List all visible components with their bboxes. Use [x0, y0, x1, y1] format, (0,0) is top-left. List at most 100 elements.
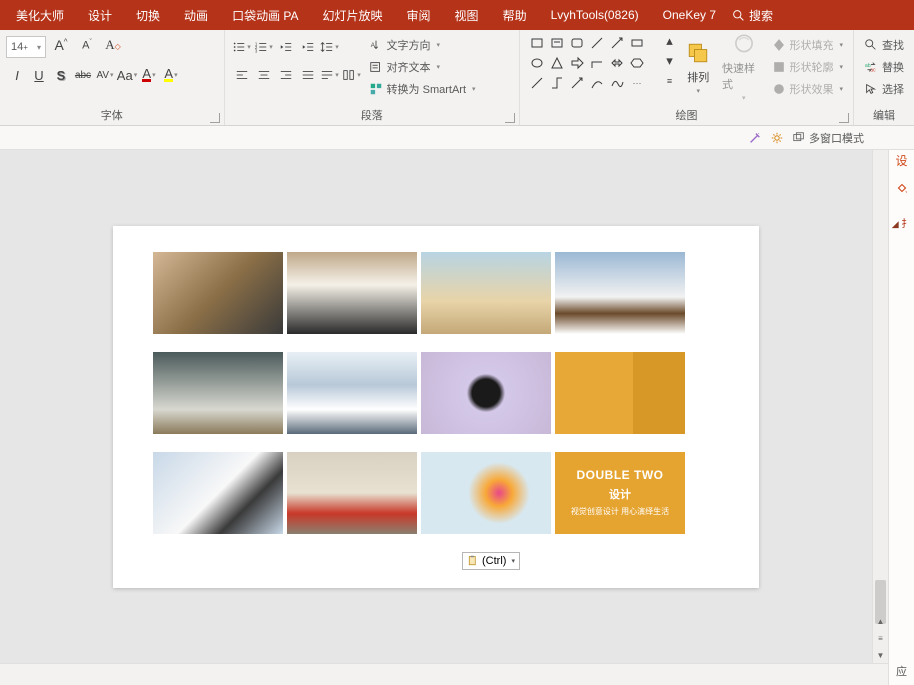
image-tile[interactable] — [153, 452, 283, 534]
quick-styles-button[interactable]: 快速样式▾ — [722, 32, 766, 102]
menu-search[interactable]: 搜索 — [732, 7, 773, 24]
shape-outline-button[interactable]: 形状轮廓▾ — [768, 56, 848, 78]
image-tile[interactable] — [555, 352, 685, 434]
image-tile[interactable] — [287, 252, 417, 334]
char-spacing-button[interactable]: AV▾ — [94, 64, 116, 86]
vertical-scrollbar[interactable]: ▲ ≡ ▼ — [872, 150, 888, 663]
connector-shape[interactable] — [528, 74, 546, 92]
image-tile[interactable] — [287, 352, 417, 434]
menu-item-design[interactable]: 设计 — [76, 0, 124, 30]
underline-button[interactable]: U — [28, 64, 50, 86]
shape-fill-button[interactable]: 形状填充▾ — [768, 34, 848, 56]
slide[interactable]: DOUBLE TWO 设计 视觉创意设计 用心演绎生活 (Ctrl) ▾ — [113, 226, 759, 588]
quick-styles-icon — [730, 32, 758, 58]
image-tile[interactable] — [421, 452, 551, 534]
menu-item-pocket[interactable]: 口袋动画 PA — [220, 0, 310, 30]
distribute-button[interactable]: ▾ — [319, 64, 341, 86]
arrange-button[interactable]: 排列▾ — [677, 32, 721, 102]
multiwindow-button[interactable]: 多窗口模式 — [792, 130, 864, 146]
menu-item-animation[interactable]: 动画 — [172, 0, 220, 30]
dialog-launcher-icon[interactable] — [505, 113, 515, 123]
prev-slide-button[interactable]: ▲ — [873, 613, 888, 629]
task-pane-footer[interactable]: 应 — [896, 663, 907, 685]
elbow-shape[interactable] — [588, 54, 606, 72]
shrink-font-button[interactable]: Aˇ — [76, 34, 98, 56]
double-arrow-shape[interactable] — [608, 54, 626, 72]
numbering-button[interactable]: 123▾ — [253, 36, 275, 58]
slide-nav-button[interactable]: ≡ — [873, 630, 888, 646]
next-slide-button[interactable]: ▼ — [873, 647, 888, 663]
settings-button[interactable] — [770, 131, 784, 145]
rect-shape[interactable] — [528, 34, 546, 52]
align-center-button[interactable] — [253, 64, 275, 86]
arrow-shape[interactable] — [568, 54, 586, 72]
replace-button[interactable]: abac替换 — [860, 56, 908, 78]
ribbon-group-font: 14 + ▾ A^ Aˇ A◇ I U S abc AV▾ Aa▾ A▾ A▾ — [0, 30, 225, 125]
text-direction-button[interactable]: A文字方向▾ — [365, 34, 480, 56]
textbox-shape[interactable] — [548, 34, 566, 52]
bucket-icon[interactable] — [893, 179, 911, 197]
image-tile[interactable] — [555, 252, 685, 334]
slide-canvas[interactable]: DOUBLE TWO 设计 视觉创意设计 用心演绎生活 (Ctrl) ▾ — [0, 150, 872, 663]
magic-button[interactable] — [748, 131, 762, 145]
menu-item-help[interactable]: 帮助 — [491, 0, 539, 30]
align-right-button[interactable] — [275, 64, 297, 86]
convert-smartart-button[interactable]: 转换为 SmartArt▾ — [365, 78, 480, 100]
collapse-icon[interactable]: ◢ 扌 — [892, 215, 911, 230]
connector2-shape[interactable] — [548, 74, 566, 92]
task-pane-title[interactable]: 设 — [895, 152, 907, 169]
grow-font-button[interactable]: A^ — [50, 34, 72, 56]
dialog-launcher-icon[interactable] — [210, 113, 220, 123]
select-button[interactable]: 选择 — [860, 78, 908, 100]
bullets-button[interactable]: ▾ — [231, 36, 253, 58]
rounded-rect-shape[interactable] — [568, 34, 586, 52]
image-tile[interactable] — [421, 352, 551, 434]
align-text-button[interactable]: 对齐文本▾ — [365, 56, 480, 78]
tile-title: DOUBLE TWO — [577, 468, 664, 482]
rectangle-shape[interactable] — [628, 34, 646, 52]
columns-button[interactable]: ▾ — [341, 64, 363, 86]
freeform-shape[interactable] — [608, 74, 626, 92]
ribbon-group-drawing: ⋯ ▴ ▾ ≡ 排列▾ 快速样式▾ 形状填充▾ 形状轮廓▾ 形状效果▾ 绘图 — [520, 30, 854, 125]
menu-item-slideshow[interactable]: 幻灯片放映 — [311, 0, 395, 30]
menu-item-onekey[interactable]: OneKey 7 — [651, 0, 728, 30]
font-size-combo[interactable]: 14 + ▾ — [6, 36, 46, 58]
shapes-gallery[interactable]: ⋯ — [526, 32, 659, 98]
change-case-button[interactable]: Aa▾ — [116, 64, 138, 86]
arrow-line-shape[interactable] — [608, 34, 626, 52]
strike-button[interactable]: abc — [72, 64, 94, 86]
triangle-shape[interactable] — [548, 54, 566, 72]
connector3-shape[interactable] — [568, 74, 586, 92]
menu-item-beautify[interactable]: 美化大师 — [4, 0, 76, 30]
shape-effects-button[interactable]: 形状效果▾ — [768, 78, 848, 100]
italic-button[interactable]: I — [6, 64, 28, 86]
menu-item-transition[interactable]: 切换 — [124, 0, 172, 30]
image-tile[interactable] — [287, 452, 417, 534]
hexagon-shape[interactable] — [628, 54, 646, 72]
line-shape[interactable] — [588, 34, 606, 52]
menu-item-lvyh[interactable]: LvyhTools(0826) — [539, 0, 651, 30]
menu-item-review[interactable]: 审阅 — [395, 0, 443, 30]
menu-item-view[interactable]: 视图 — [443, 0, 491, 30]
indent-increase-button[interactable] — [297, 36, 319, 58]
paste-options-button[interactable]: (Ctrl) ▾ — [462, 552, 520, 570]
image-tile[interactable] — [421, 252, 551, 334]
image-tile[interactable] — [153, 252, 283, 334]
text-tile[interactable]: DOUBLE TWO 设计 视觉创意设计 用心演绎生活 — [555, 452, 685, 534]
curve-shape[interactable] — [588, 74, 606, 92]
align-left-button[interactable] — [231, 64, 253, 86]
find-button[interactable]: 查找 — [860, 34, 908, 56]
indent-decrease-button[interactable] — [275, 36, 297, 58]
clear-format-button[interactable]: A◇ — [102, 34, 124, 56]
shadow-button[interactable]: S — [50, 64, 72, 86]
highlight-button[interactable]: A▾ — [160, 64, 182, 86]
oval-shape[interactable] — [528, 54, 546, 72]
more-shapes[interactable]: ⋯ — [628, 74, 646, 92]
ribbon-group-paragraph: ▾ 123▾ ▾ ▾ ▾ A文字方向▾ 对齐文本▾ 转换为 — [225, 30, 520, 125]
ribbon-group-editing-label: 编辑 — [854, 107, 914, 125]
image-tile[interactable] — [153, 352, 283, 434]
justify-button[interactable] — [297, 64, 319, 86]
font-color-button[interactable]: A▾ — [138, 64, 160, 86]
dialog-launcher-icon[interactable] — [839, 113, 849, 123]
line-spacing-button[interactable]: ▾ — [319, 36, 341, 58]
